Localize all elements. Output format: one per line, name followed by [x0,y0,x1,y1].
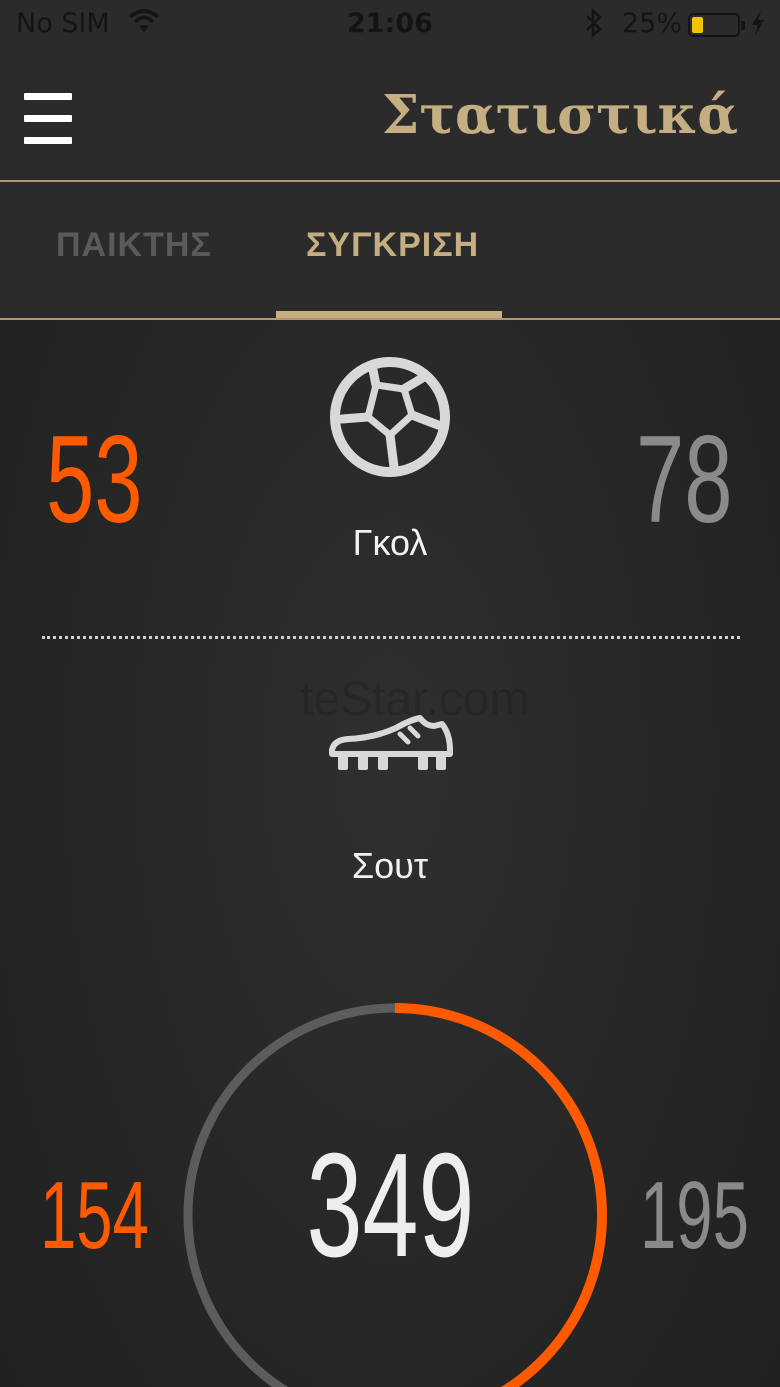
shots-total-text: 349 [306,1123,474,1288]
tab-compare[interactable]: ΣΥΓΚΡΙΣΗ [306,226,479,265]
app-screen: No SIM 21:06 25% Στατιστικά ΠΑΙΚΤΗΣ ΣΥΓΚ… [0,0,780,1387]
navigation-bar: Στατιστικά [0,52,780,182]
page-title: Στατιστικά [381,84,738,146]
football-boot-icon [329,715,453,770]
bluetooth-icon [583,8,605,45]
hamburger-menu-icon[interactable] [24,93,72,145]
battery-level-fill [692,17,703,33]
battery-percent: 25% [622,8,683,39]
football-icon [330,357,450,477]
goals-label: Γκολ [352,522,428,563]
shots-label: Σουτ [351,845,429,886]
shots-right-value: 195 [640,1162,749,1269]
battery-tip [741,21,745,30]
active-tab-indicator [276,311,502,318]
tab-player[interactable]: ΠΑΙΚΤΗΣ [56,226,212,265]
battery-icon [688,13,745,37]
status-bar: No SIM 21:06 25% [0,0,780,52]
stats-divider [42,636,740,639]
tab-bar: ΠΑΙΚΤΗΣ ΣΥΓΚΡΙΣΗ [0,182,780,320]
charging-bolt-icon [750,8,766,45]
